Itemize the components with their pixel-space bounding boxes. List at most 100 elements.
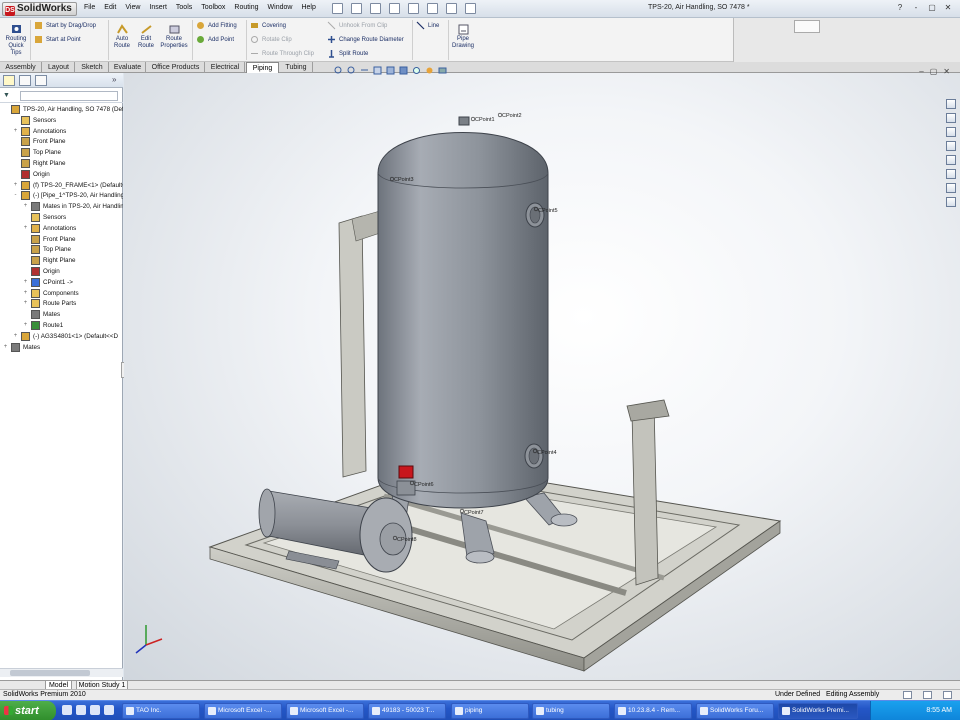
tree-item[interactable]: Right Plane xyxy=(12,158,66,169)
taskbar-item[interactable]: SolidWorks Foru... xyxy=(696,703,774,719)
appearances-icon[interactable] xyxy=(946,169,956,179)
tree-item[interactable]: Right Plane xyxy=(22,255,76,266)
solidworks-logo[interactable]: DS SolidWorks xyxy=(2,2,77,16)
tree-item[interactable]: Sensors xyxy=(22,212,66,223)
filter-input[interactable] xyxy=(20,91,118,101)
assembly-model[interactable]: CPoint1 CPoint2 CPoint3 CPoint5 CPoint4 … xyxy=(124,73,960,681)
undo-icon[interactable] xyxy=(408,3,419,14)
tree-item[interactable]: Mates xyxy=(22,309,60,320)
menu-tools[interactable]: Tools xyxy=(176,4,192,11)
line-button[interactable]: Line xyxy=(416,21,439,30)
menu-window[interactable]: Window xyxy=(268,4,293,11)
tree-item[interactable]: + Mates xyxy=(2,342,40,353)
start-at-point-button[interactable]: Start at Point xyxy=(34,35,81,44)
help-status-icon[interactable] xyxy=(943,691,952,699)
new-document-icon[interactable] xyxy=(332,3,343,14)
design-library-icon[interactable] xyxy=(946,113,956,123)
menu-view[interactable]: View xyxy=(125,4,140,11)
menu-toolbox[interactable]: Toolbox xyxy=(201,4,225,11)
tree-item[interactable]: - (-) [Pipe_1^TPS-20, Air Handling xyxy=(12,190,123,201)
expand-toggle-icon[interactable]: + xyxy=(22,225,29,232)
tree-item[interactable]: Top Plane xyxy=(22,244,71,255)
add-point-button[interactable]: Add Point xyxy=(196,35,234,44)
tree-item[interactable]: Front Plane xyxy=(22,234,76,245)
expand-toggle-icon[interactable]: + xyxy=(22,322,29,329)
viewport-restore-button[interactable]: ▢ xyxy=(930,67,938,76)
tree-item[interactable]: TPS-20, Air Handling, SO 7478 (Default< xyxy=(2,104,123,115)
expand-toggle-icon[interactable]: + xyxy=(22,203,29,210)
view-orientation-icon[interactable] xyxy=(386,66,395,75)
menu-help[interactable]: Help xyxy=(301,4,315,11)
tree-item[interactable]: + Route1 xyxy=(22,320,63,331)
configuration-manager-tab-icon[interactable] xyxy=(35,75,47,86)
tab-sketch[interactable]: Sketch xyxy=(76,62,109,73)
filter-icon[interactable]: ▼ xyxy=(3,92,17,100)
tree-item[interactable]: + Annotations xyxy=(22,223,76,234)
rotate-clip-button[interactable]: Rotate Clip xyxy=(250,35,292,44)
edit-route-button[interactable]: Edit Route xyxy=(135,24,157,50)
property-manager-tab-icon[interactable] xyxy=(19,75,31,86)
scrollbar-thumb[interactable] xyxy=(10,670,90,676)
expand-toggle-icon[interactable]: + xyxy=(12,333,19,340)
viewport-minimize-button[interactable]: – xyxy=(919,67,923,76)
minimize-button[interactable]: - xyxy=(910,3,922,12)
tab-office-products[interactable]: Office Products xyxy=(147,62,205,73)
covering-button[interactable]: Covering xyxy=(250,21,286,30)
solidworks-forum-icon[interactable] xyxy=(946,197,956,207)
tree-item[interactable]: Top Plane xyxy=(12,147,61,158)
hide-show-items-icon[interactable] xyxy=(412,66,421,75)
air-receiver-tank[interactable] xyxy=(377,116,549,509)
save-icon[interactable] xyxy=(370,3,381,14)
change-route-diameter-button[interactable]: Change Route Diameter xyxy=(327,35,404,44)
tree-item[interactable]: + Route Parts xyxy=(22,298,76,309)
viewport-close-button[interactable]: ✕ xyxy=(943,67,950,76)
expand-toggle-icon[interactable]: + xyxy=(12,128,19,135)
add-fitting-button[interactable]: Add Fitting xyxy=(196,21,237,30)
menu-edit[interactable]: Edit xyxy=(104,4,116,11)
split-route-button[interactable]: Split Route xyxy=(327,49,368,58)
taskbar-item[interactable]: piping xyxy=(451,703,529,719)
taskbar-item[interactable]: 49183 - 50023 T... xyxy=(368,703,446,719)
tab-tubing[interactable]: Tubing xyxy=(280,62,313,73)
tree-item[interactable]: Origin xyxy=(12,169,50,180)
expand-toggle-icon[interactable]: - xyxy=(12,192,19,199)
tree-item[interactable]: + Mates in TPS-20, Air Handling xyxy=(22,201,123,212)
tree-item[interactable]: + (f) TPS-20_FRAME<1> (Default< xyxy=(12,180,123,191)
expand-toggle-icon[interactable]: + xyxy=(2,344,9,351)
tree-item[interactable]: + Components xyxy=(22,288,79,299)
expand-toggle-icon[interactable]: + xyxy=(22,290,29,297)
taskbar-item[interactable]: Microsoft Excel -... xyxy=(204,703,282,719)
outlook-icon[interactable] xyxy=(90,705,100,715)
route-properties-button[interactable]: Route Properties xyxy=(158,24,190,50)
route-through-clip-button[interactable]: Route Through Clip xyxy=(250,49,314,58)
select-icon[interactable] xyxy=(427,3,438,14)
tab-layout[interactable]: Layout xyxy=(43,62,75,73)
close-button[interactable]: ✕ xyxy=(942,3,954,12)
maximize-button[interactable]: ▢ xyxy=(926,3,938,12)
apply-scene-icon[interactable] xyxy=(438,66,447,75)
feature-manager-tab-icon[interactable] xyxy=(3,75,15,86)
expand-toggle-icon[interactable]: + xyxy=(22,300,29,307)
tree-item[interactable]: Front Plane xyxy=(12,136,66,147)
file-properties-icon[interactable] xyxy=(465,3,476,14)
custom-properties-icon[interactable] xyxy=(946,183,956,193)
edit-appearance-icon[interactable] xyxy=(425,66,434,75)
tab-evaluate[interactable]: Evaluate xyxy=(110,62,146,73)
taskbar-item[interactable]: Microsoft Excel -... xyxy=(286,703,364,719)
taskbar-item[interactable]: SolidWorks Premi... xyxy=(778,703,858,719)
display-style-icon[interactable] xyxy=(399,66,408,75)
menu-insert[interactable]: Insert xyxy=(149,4,167,11)
tab-assembly[interactable]: Assembly xyxy=(0,62,42,73)
search-results-icon[interactable] xyxy=(946,141,956,151)
help-button[interactable]: ? xyxy=(894,3,906,12)
file-explorer-icon[interactable] xyxy=(946,127,956,137)
units-icon[interactable] xyxy=(923,691,932,699)
solidworks-resources-icon[interactable] xyxy=(946,99,956,109)
routing-quick-tips-button[interactable]: Routing Quick Tips xyxy=(3,24,29,57)
zoom-to-area-icon[interactable] xyxy=(347,66,356,75)
rebuild-icon[interactable] xyxy=(446,3,457,14)
show-desktop-icon[interactable] xyxy=(76,705,86,715)
start-button[interactable]: start xyxy=(0,701,56,720)
quick-launch-icon[interactable] xyxy=(104,705,114,715)
previous-view-icon[interactable] xyxy=(360,66,369,75)
